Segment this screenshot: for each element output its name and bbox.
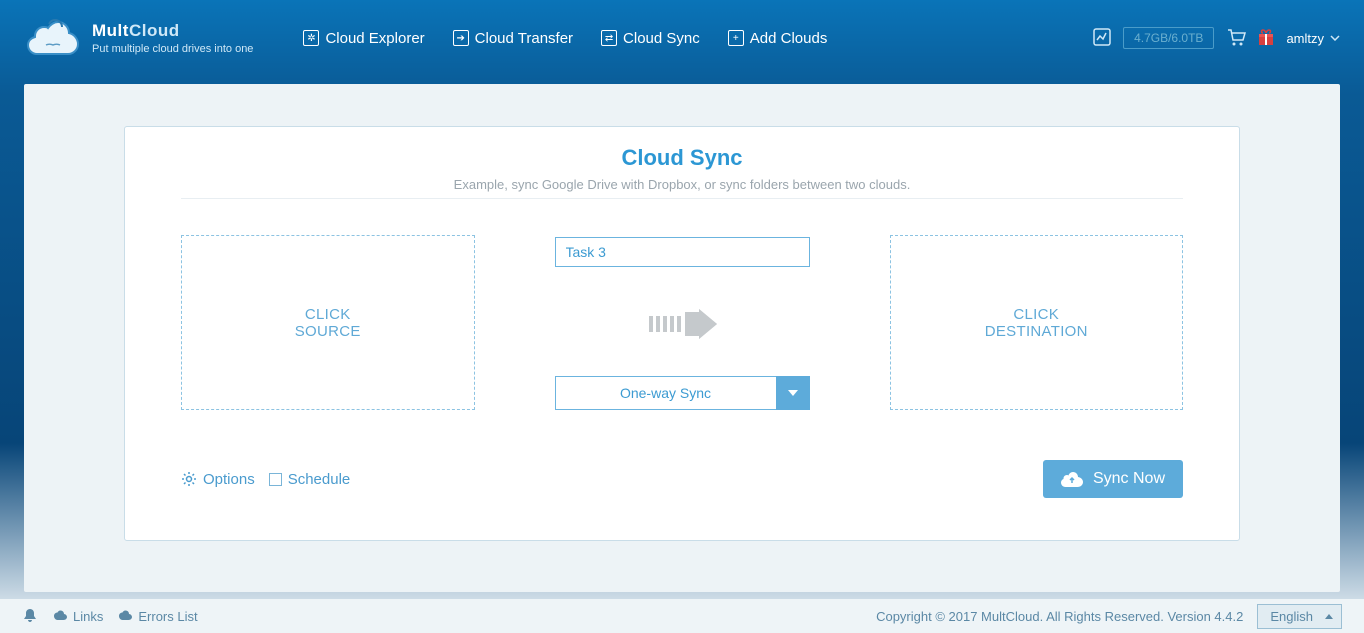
errors-list-link[interactable]: Errors List: [117, 609, 197, 624]
nav-add-clouds[interactable]: + Add Clouds: [728, 30, 828, 47]
dest-text-1: CLICK: [1013, 306, 1059, 323]
language-label: English: [1270, 609, 1313, 624]
sync-mode-label: One-way Sync: [555, 376, 776, 410]
direction-arrow-icon: [647, 309, 717, 339]
logo[interactable]: MultCloud Put multiple cloud drives into…: [24, 17, 253, 59]
copyright-text: Copyright © 2017 MultCloud. All Rights R…: [876, 609, 1243, 624]
nav-cloud-explorer[interactable]: ✲ Cloud Explorer: [303, 30, 424, 47]
nav-cloud-transfer[interactable]: ➔ Cloud Transfer: [453, 30, 573, 47]
options-link[interactable]: Options: [181, 471, 255, 488]
links-label: Links: [73, 609, 103, 624]
storage-indicator[interactable]: 4.7GB/6.0TB: [1123, 27, 1214, 49]
main-content: Cloud Sync Example, sync Google Drive wi…: [24, 84, 1340, 592]
caret-down-icon: [788, 390, 798, 396]
errors-label: Errors List: [138, 609, 197, 624]
sync-panel: Cloud Sync Example, sync Google Drive wi…: [124, 126, 1240, 541]
cart-icon[interactable]: [1226, 28, 1246, 49]
schedule-label: Schedule: [288, 471, 351, 488]
logo-cloud-icon: [24, 17, 84, 59]
cloud-sync-icon: [1061, 471, 1083, 487]
cloud-icon: [117, 610, 133, 622]
schedule-checkbox[interactable]: Schedule: [269, 471, 351, 488]
page-subtitle: Example, sync Google Drive with Dropbox,…: [181, 177, 1183, 192]
gift-icon[interactable]: [1258, 28, 1274, 49]
sync-now-button[interactable]: Sync Now: [1043, 460, 1183, 498]
gear-icon: [181, 471, 197, 487]
footer: Links Errors List Copyright © 2017 MultC…: [0, 599, 1364, 633]
dest-text-2: DESTINATION: [985, 323, 1088, 340]
sync-icon: ⇄: [601, 30, 617, 46]
source-text-1: CLICK: [305, 306, 351, 323]
source-dropzone[interactable]: CLICK SOURCE: [181, 235, 475, 410]
add-icon: +: [728, 30, 744, 46]
header: MultCloud Put multiple cloud drives into…: [0, 0, 1364, 76]
sync-mode-select[interactable]: One-way Sync: [555, 376, 810, 410]
links-link[interactable]: Links: [52, 609, 103, 624]
transfer-icon: ➔: [453, 30, 469, 46]
username: amltzy: [1286, 31, 1324, 46]
sync-mode-dropdown-button[interactable]: [776, 376, 810, 410]
sync-button-label: Sync Now: [1093, 470, 1165, 488]
user-menu[interactable]: amltzy: [1286, 31, 1340, 46]
nav-cloud-sync[interactable]: ⇄ Cloud Sync: [601, 30, 700, 47]
cloud-icon: [52, 610, 68, 622]
language-select[interactable]: English: [1257, 604, 1342, 629]
checkbox-icon: [269, 473, 282, 486]
stats-icon[interactable]: [1093, 28, 1111, 49]
nav-label: Cloud Sync: [623, 30, 700, 47]
header-right: 4.7GB/6.0TB amltzy: [1093, 27, 1340, 49]
chevron-down-icon: [1330, 35, 1340, 41]
nav-label: Cloud Transfer: [475, 30, 573, 47]
caret-up-icon: [1325, 614, 1333, 619]
main-nav: ✲ Cloud Explorer ➔ Cloud Transfer ⇄ Clou…: [303, 30, 827, 47]
nav-label: Cloud Explorer: [325, 30, 424, 47]
options-label: Options: [203, 471, 255, 488]
explorer-icon: ✲: [303, 30, 319, 46]
logo-text: MultCloud Put multiple cloud drives into…: [92, 21, 253, 55]
nav-label: Add Clouds: [750, 30, 828, 47]
page-title: Cloud Sync: [181, 145, 1183, 171]
source-text-2: SOURCE: [295, 323, 361, 340]
destination-dropzone[interactable]: CLICK DESTINATION: [890, 235, 1184, 410]
task-name-input[interactable]: [555, 237, 810, 267]
notifications-icon[interactable]: [22, 608, 38, 624]
